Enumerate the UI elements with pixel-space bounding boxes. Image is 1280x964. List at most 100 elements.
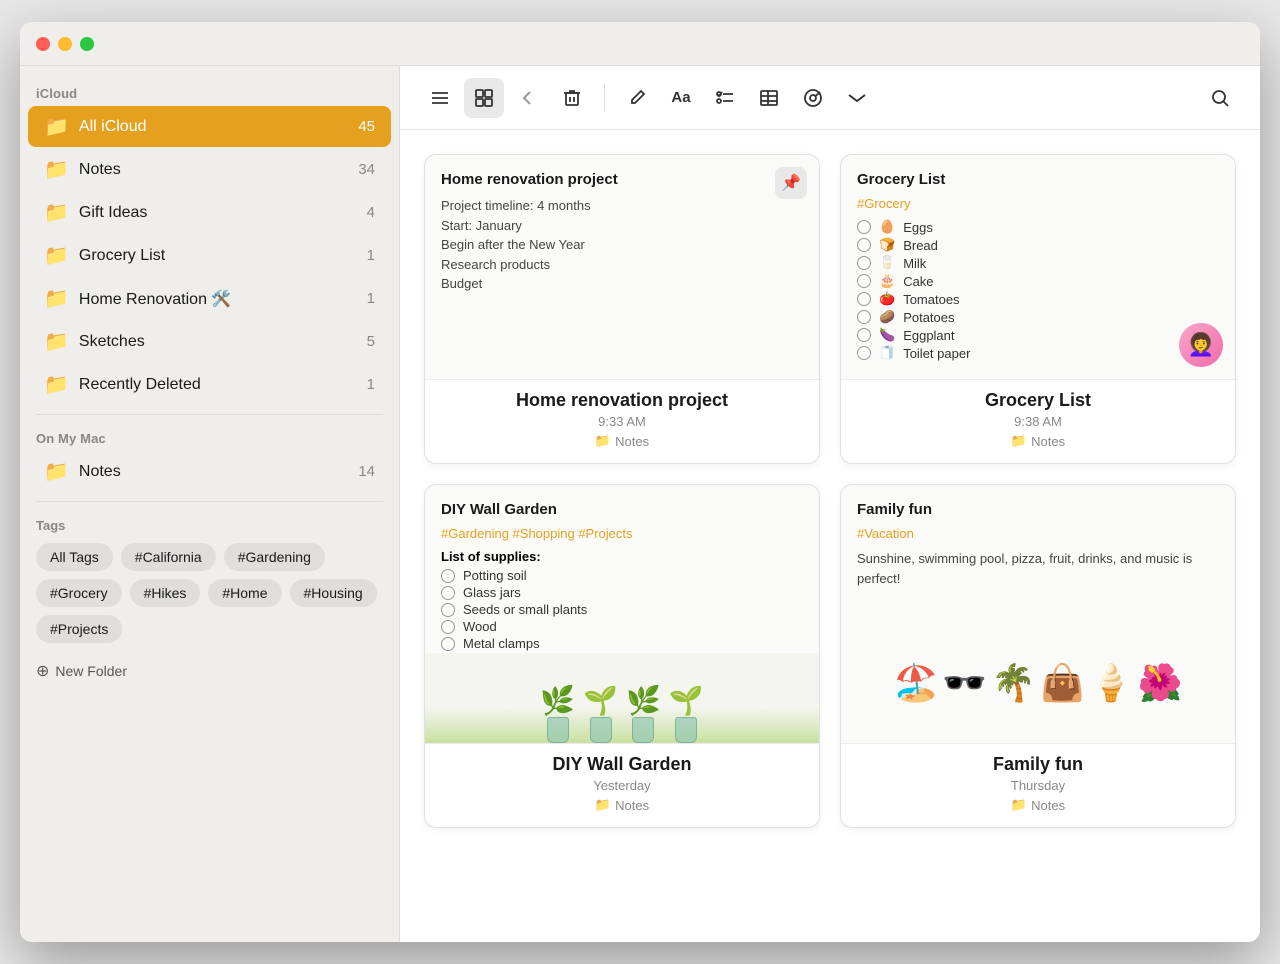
check-icon: 🥚 bbox=[879, 219, 895, 235]
table-button[interactable] bbox=[749, 78, 789, 118]
tag-home[interactable]: #Home bbox=[208, 579, 281, 607]
plus-icon: ⊕ bbox=[36, 661, 49, 681]
compose-button[interactable] bbox=[617, 78, 657, 118]
delete-button[interactable] bbox=[552, 78, 592, 118]
sidebar-item-count: 14 bbox=[358, 463, 375, 480]
new-folder-button[interactable]: ⊕ New Folder bbox=[20, 651, 399, 691]
check-circle bbox=[857, 292, 871, 306]
divider bbox=[36, 414, 383, 415]
note-card-grocery[interactable]: Grocery List #Grocery 🥚Eggs 🍞Bread 🥛Milk… bbox=[840, 154, 1236, 464]
title-bar bbox=[20, 22, 1260, 66]
check-circle bbox=[857, 256, 871, 270]
note-preview: Grocery List #Grocery 🥚Eggs 🍞Bread 🥛Milk… bbox=[841, 155, 1235, 379]
note-card-diy-garden[interactable]: DIY Wall Garden #Gardening #Shopping #Pr… bbox=[424, 484, 820, 828]
plant-jar-body bbox=[675, 717, 697, 743]
close-button[interactable] bbox=[36, 37, 50, 51]
checklist-button[interactable] bbox=[705, 78, 745, 118]
list-view-button[interactable] bbox=[420, 78, 460, 118]
check-circle bbox=[857, 238, 871, 252]
note-tag: #Grocery bbox=[857, 196, 1219, 211]
tag-all-tags[interactable]: All Tags bbox=[36, 543, 113, 571]
traffic-lights bbox=[36, 37, 94, 51]
grid-view-button[interactable] bbox=[464, 78, 504, 118]
check-circle bbox=[441, 637, 455, 651]
plant-leaves-icon: 🌿 bbox=[540, 684, 575, 717]
folder-icon: 📁 bbox=[44, 286, 69, 311]
sidebar-item-gift-ideas[interactable]: 📁 Gift Ideas 4 bbox=[28, 192, 391, 233]
note-preview: DIY Wall Garden #Gardening #Shopping #Pr… bbox=[425, 485, 819, 653]
maximize-button[interactable] bbox=[80, 37, 94, 51]
sidebar-item-label: Recently Deleted bbox=[79, 376, 357, 394]
share-button[interactable] bbox=[793, 78, 833, 118]
check-circle bbox=[441, 569, 455, 583]
tag-hikes[interactable]: #Hikes bbox=[130, 579, 201, 607]
check-circle bbox=[857, 274, 871, 288]
check-item: Potting soil bbox=[441, 568, 803, 583]
check-label: Bread bbox=[903, 238, 938, 253]
note-footer: DIY Wall Garden Yesterday 📁 Notes bbox=[425, 743, 819, 827]
more-button[interactable] bbox=[837, 78, 877, 118]
check-circle bbox=[441, 620, 455, 634]
sidebar-item-label: All iCloud bbox=[79, 118, 348, 136]
back-button[interactable] bbox=[508, 78, 548, 118]
sidebar-item-count: 34 bbox=[358, 161, 375, 178]
sidebar-item-sketches[interactable]: 📁 Sketches 5 bbox=[28, 321, 391, 362]
sidebar-item-count: 4 bbox=[367, 204, 375, 221]
tag-california[interactable]: #California bbox=[121, 543, 216, 571]
sidebar-item-label: Notes bbox=[79, 463, 348, 481]
sticker-bag: 👜 bbox=[1040, 662, 1085, 704]
note-footer-title: DIY Wall Garden bbox=[441, 754, 803, 775]
plant-leaves-icon: 🌱 bbox=[669, 684, 704, 717]
tag-projects[interactable]: #Projects bbox=[36, 615, 122, 643]
note-footer-folder: 📁 Notes bbox=[857, 797, 1219, 813]
note-tag: #Vacation bbox=[857, 526, 1219, 541]
tag-grocery[interactable]: #Grocery bbox=[36, 579, 122, 607]
sidebar-item-mac-notes[interactable]: 📁 Notes 14 bbox=[28, 451, 391, 492]
plant-leaves-icon: 🌿 bbox=[626, 684, 661, 717]
sidebar-item-count: 1 bbox=[367, 247, 375, 264]
sidebar-item-count: 1 bbox=[367, 290, 375, 307]
stickers-area: 🏖️ 🕶️ 🌴 👜 🍦 🌺 bbox=[841, 623, 1235, 743]
note-card-family-fun[interactable]: Family fun #Vacation Sunshine, swimming … bbox=[840, 484, 1236, 828]
note-footer-folder: 📁 Notes bbox=[857, 433, 1219, 449]
sidebar-item-count: 1 bbox=[367, 376, 375, 393]
main-layout: iCloud 📁 All iCloud 45 📁 Notes 34 📁 Gift… bbox=[20, 66, 1260, 942]
sidebar-item-notes[interactable]: 📁 Notes 34 bbox=[28, 149, 391, 190]
check-label: Toilet paper bbox=[903, 346, 970, 361]
note-footer: Grocery List 9:38 AM 📁 Notes bbox=[841, 379, 1235, 463]
note-footer: Family fun Thursday 📁 Notes bbox=[841, 743, 1235, 827]
check-item: Wood bbox=[441, 619, 803, 634]
main-window: iCloud 📁 All iCloud 45 📁 Notes 34 📁 Gift… bbox=[20, 22, 1260, 942]
check-item: 🥛Milk bbox=[857, 255, 1219, 271]
plant-leaves-icon: 🌱 bbox=[583, 684, 618, 717]
note-card-home-reno[interactable]: Home renovation project Project timeline… bbox=[424, 154, 820, 464]
sidebar-item-label: Home Renovation 🛠️ bbox=[79, 289, 357, 309]
sidebar-item-label: Notes bbox=[79, 161, 348, 179]
check-circle bbox=[857, 220, 871, 234]
sidebar-item-recently-deleted[interactable]: 📁 Recently Deleted 1 bbox=[28, 364, 391, 405]
sidebar-item-all-icloud[interactable]: 📁 All iCloud 45 bbox=[28, 106, 391, 147]
tag-gardening[interactable]: #Gardening bbox=[224, 543, 325, 571]
note-subtitle: List of supplies: bbox=[441, 549, 803, 564]
search-button[interactable] bbox=[1200, 78, 1240, 118]
minimize-button[interactable] bbox=[58, 37, 72, 51]
folder-icon-small: 📁 bbox=[595, 433, 611, 449]
tag-housing[interactable]: #Housing bbox=[290, 579, 377, 607]
sidebar-item-grocery-list[interactable]: 📁 Grocery List 1 bbox=[28, 235, 391, 276]
format-label: Aa bbox=[671, 89, 690, 106]
pin-button[interactable]: 📌 bbox=[775, 167, 807, 199]
sidebar: iCloud 📁 All iCloud 45 📁 Notes 34 📁 Gift… bbox=[20, 66, 400, 942]
check-item: Seeds or small plants bbox=[441, 602, 803, 617]
format-button[interactable]: Aa bbox=[661, 78, 701, 118]
note-footer-title: Home renovation project bbox=[441, 390, 803, 411]
folder-icon: 📁 bbox=[44, 329, 69, 354]
sidebar-item-label: Grocery List bbox=[79, 247, 357, 265]
check-label: Wood bbox=[463, 619, 497, 634]
sidebar-item-home-renovation[interactable]: 📁 Home Renovation 🛠️ 1 bbox=[28, 278, 391, 319]
sidebar-item-label: Sketches bbox=[79, 333, 357, 351]
plant-jar-body bbox=[547, 717, 569, 743]
check-circle bbox=[857, 310, 871, 324]
plant-jar: 🌿 bbox=[540, 684, 575, 743]
note-text: Sunshine, swimming pool, pizza, fruit, d… bbox=[857, 549, 1219, 588]
check-label: Metal clamps bbox=[463, 636, 540, 651]
